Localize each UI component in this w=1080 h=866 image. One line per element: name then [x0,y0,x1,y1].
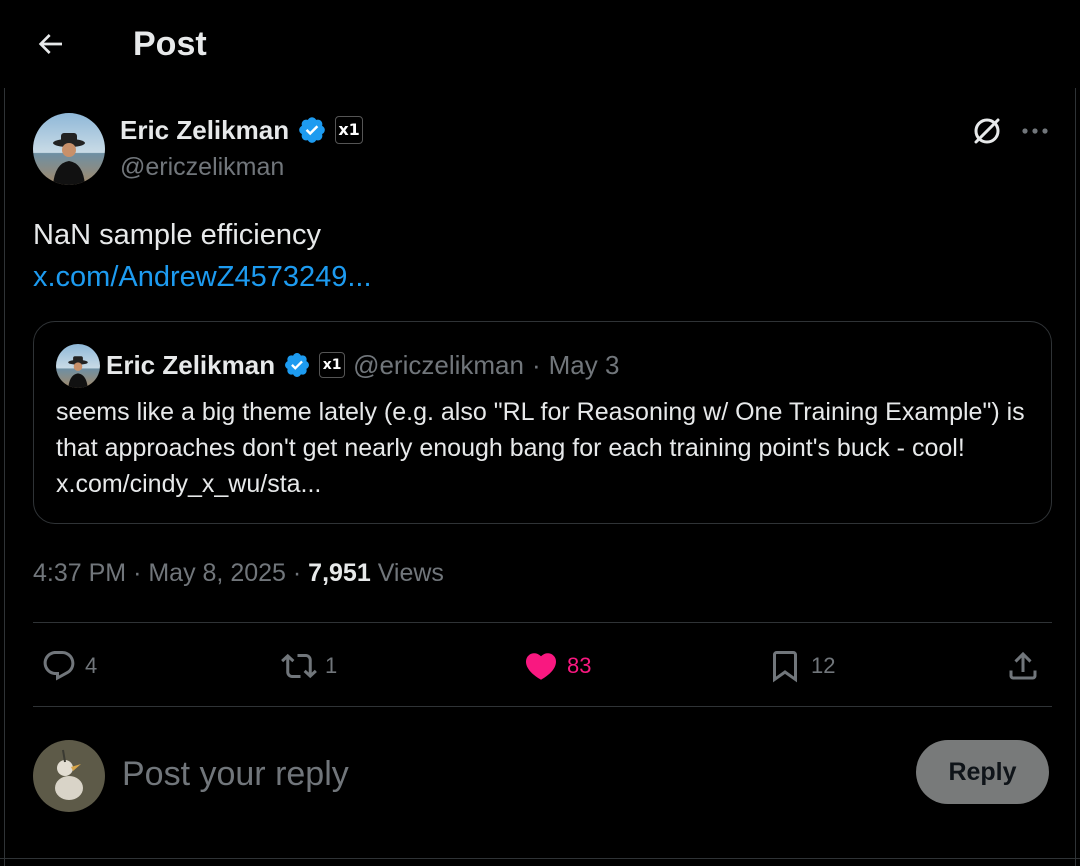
column-border-left [4,88,5,866]
post-link[interactable]: x.com/AndrewZ4573249... [33,256,372,298]
action-bar: 4 1 83 12 [33,628,1052,704]
share-icon [1009,651,1037,680]
arrow-left-icon [38,34,62,54]
separator-dot: · [292,559,302,587]
like-count: 83 [567,653,592,678]
reply-input[interactable] [122,750,882,798]
author-name-text: Eric Zelikman [120,115,290,145]
divider [0,858,1080,859]
quote-author-name: Eric Zelikman [106,350,276,380]
reply-icon [43,651,75,681]
grok-icon[interactable] [970,114,1004,148]
bookmark-icon [773,651,797,683]
top-bar: Post [0,0,1080,88]
quoted-post-card[interactable]: Eric Zelikman x1 @ericzelikman · May 3 s… [33,321,1052,524]
repost-count: 1 [325,653,338,678]
reply-submit-button[interactable]: Reply [916,740,1049,804]
separator-dot: · [133,559,142,587]
page-title: Post [133,25,207,63]
quote-text: seems like a big theme lately (e.g. also… [56,398,1025,498]
separator-dot: · [531,350,541,380]
views-label: Views [377,559,444,587]
repost-button[interactable]: 1 [281,646,337,686]
quote-date: May 3 [548,350,620,380]
bookmark-count: 12 [811,653,836,678]
affiliation-badge-icon[interactable]: x1 [335,116,364,144]
divider [33,706,1052,707]
author-handle[interactable]: @ericzelikman [120,150,284,184]
views-count: 7,951 [308,559,371,587]
post-date[interactable]: May 8, 2025 [148,559,286,587]
reply-count: 4 [85,653,98,678]
verified-badge-icon [285,353,310,377]
share-button[interactable] [1005,646,1041,686]
quote-avatar [56,344,100,388]
like-button[interactable]: 83 [523,646,591,686]
post-time[interactable]: 4:37 PM [33,559,126,587]
affiliation-badge-icon: x1 [319,352,346,378]
post-text: NaN sample efficiency [33,219,321,251]
verified-badge-icon [299,117,325,143]
post-meta: 4:37 PM · May 8, 2025 · 7,951 Views [33,556,444,590]
current-user-avatar[interactable] [33,740,105,812]
reply-button[interactable]: 4 [41,646,97,686]
repost-icon [281,653,317,679]
divider [33,622,1052,623]
bookmark-button[interactable]: 12 [767,646,835,686]
heart-filled-icon [525,653,557,680]
more-options-icon[interactable] [1018,114,1052,148]
quote-header: Eric Zelikman x1 @ericzelikman · May 3 [106,348,619,382]
column-border-right [1075,88,1076,866]
quote-author-handle: @ericzelikman [353,350,524,380]
author-avatar[interactable] [33,113,105,185]
author-name[interactable]: Eric Zelikman x1 [120,113,364,147]
back-button[interactable] [30,24,70,64]
